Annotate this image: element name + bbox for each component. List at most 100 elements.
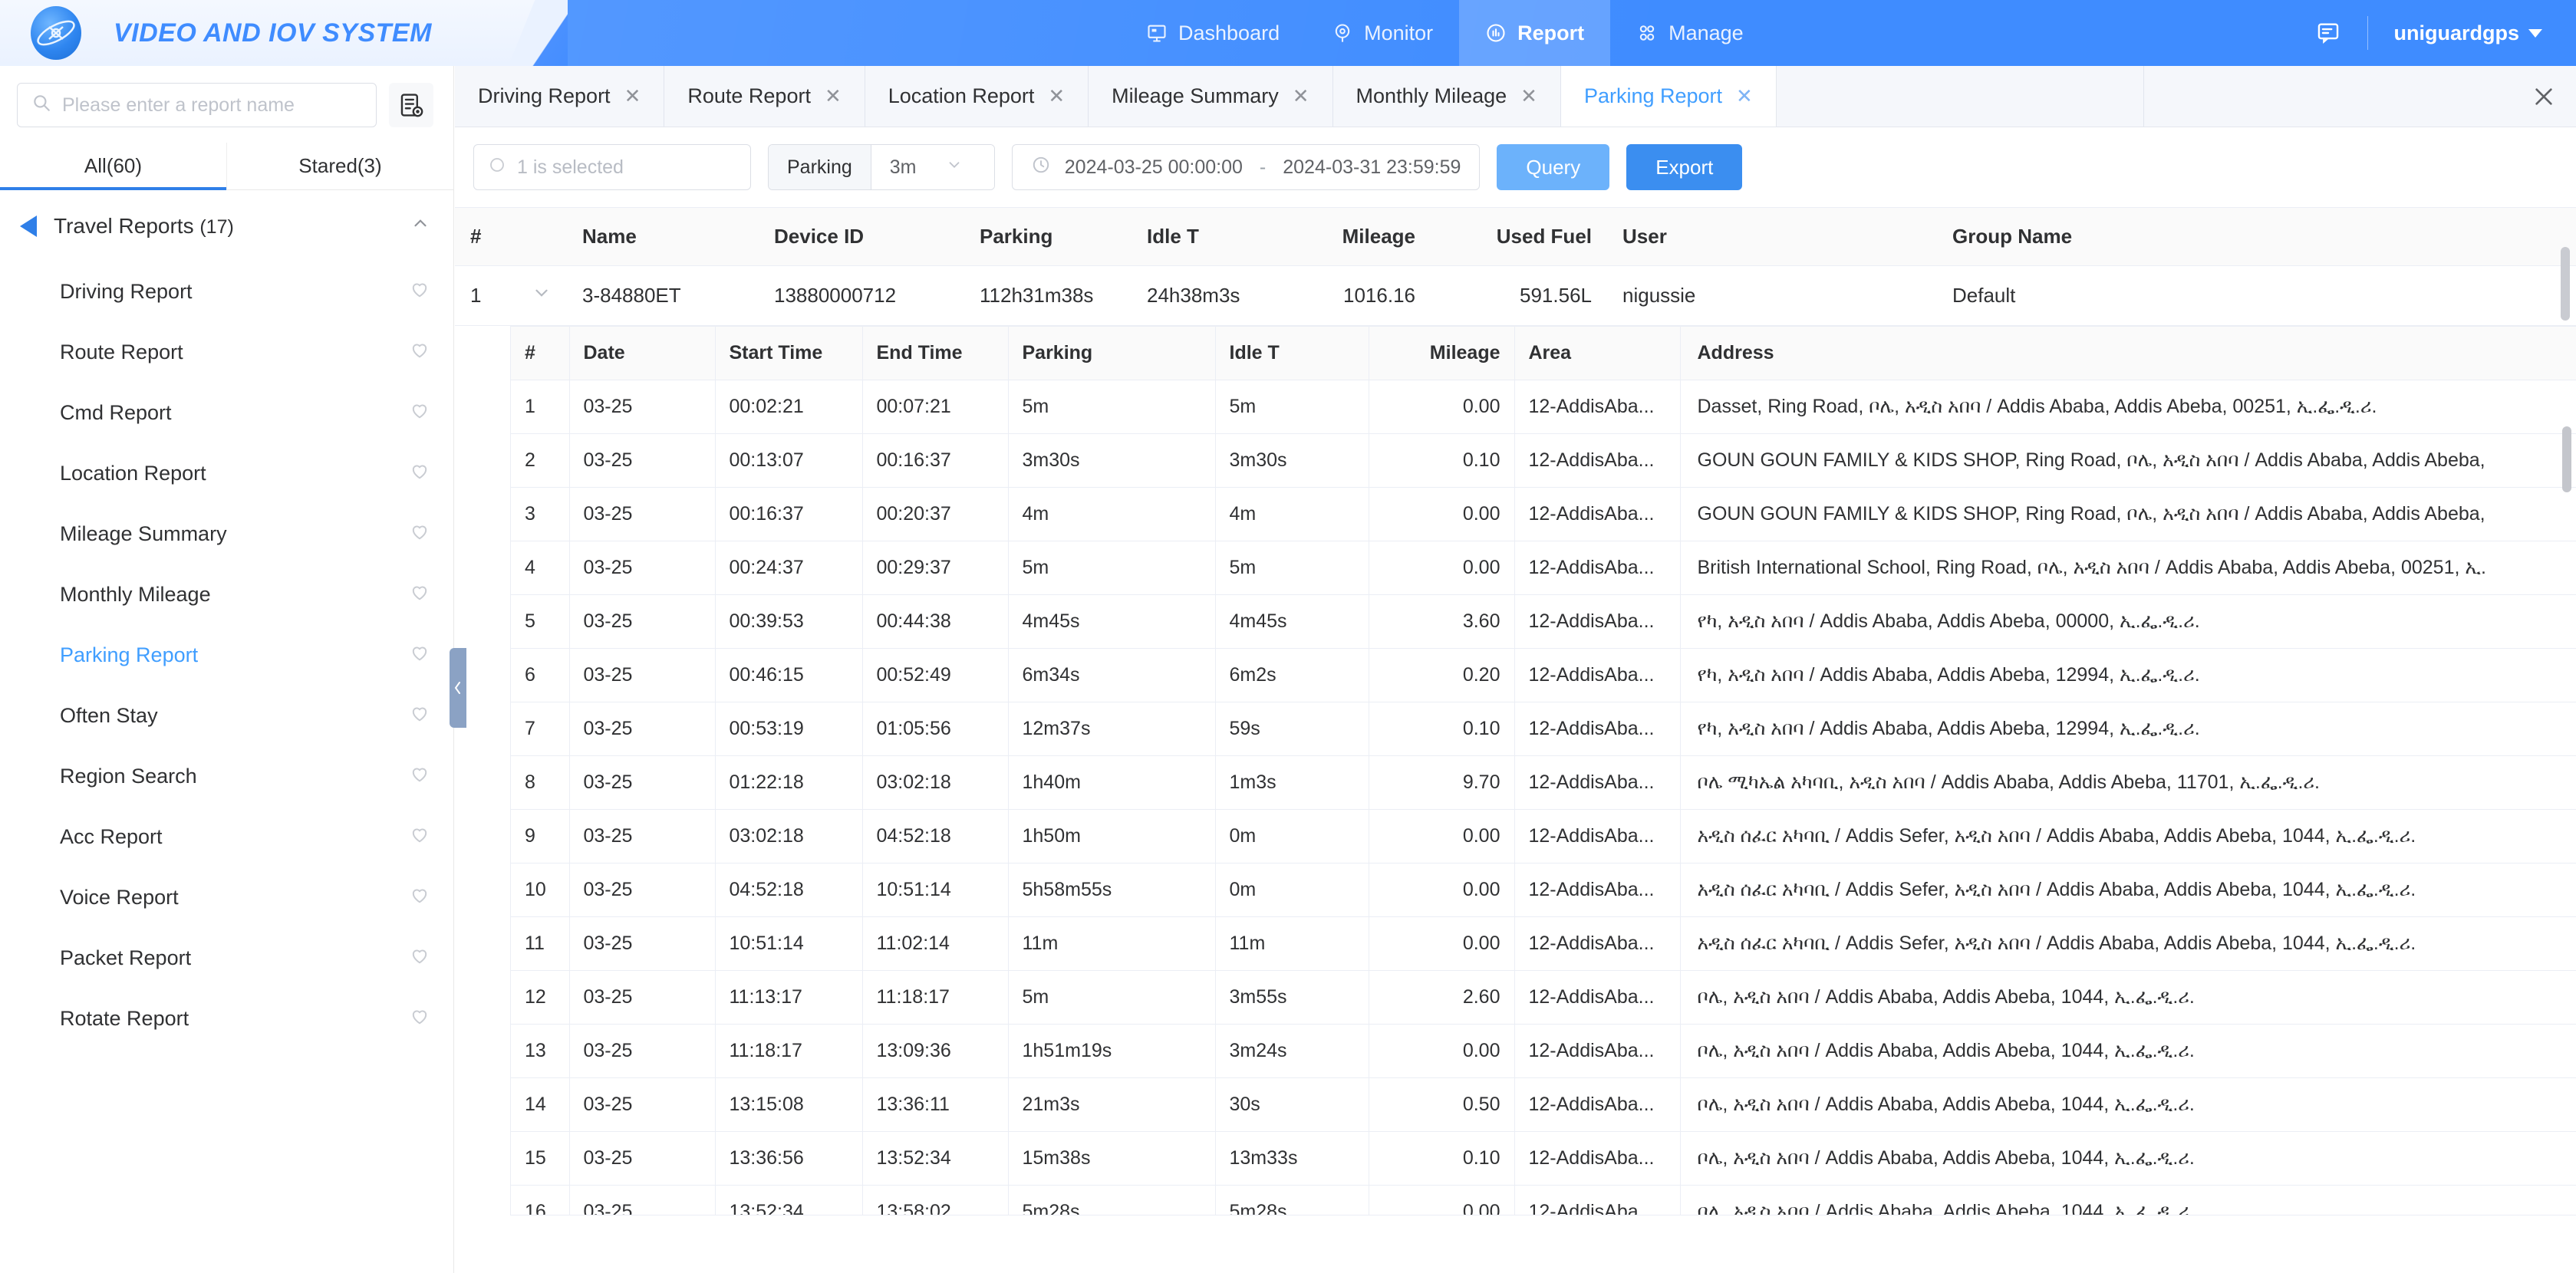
sidebar-item-monthly-mileage[interactable]: Monthly Mileage xyxy=(0,564,453,625)
tab-location-report[interactable]: Location Report ✕ xyxy=(865,66,1089,127)
detail-table-row[interactable]: 14 03-25 13:15:08 13:36:11 21m3s 30s 0.50 12-Ad… xyxy=(511,1077,2576,1132)
tab-parking-report[interactable]: Parking Report ✕ xyxy=(1560,66,1777,127)
sidebar-tab-label: Stared(3) xyxy=(298,154,382,177)
content-scrollbar[interactable] xyxy=(2561,247,2570,321)
date-range-picker[interactable]: 2024-03-25 00:00:00 - 2024-03-31 23:59:5… xyxy=(1011,144,1481,190)
sidebar-item-cmd-report[interactable]: Cmd Report xyxy=(0,383,453,443)
detail-cell-mileage: 0.20 xyxy=(1369,648,1515,702)
export-button[interactable]: Export xyxy=(1626,144,1743,190)
sidebar-item-location-report[interactable]: Location Report xyxy=(0,443,453,504)
sidebar-item-driving-report[interactable]: Driving Report xyxy=(0,262,453,322)
heart-icon[interactable] xyxy=(409,642,430,669)
tab-driving-report[interactable]: Driving Report ✕ xyxy=(455,66,665,127)
sidebar-item-packet-report[interactable]: Packet Report xyxy=(0,928,453,988)
sidebar-item-parking-report[interactable]: Parking Report xyxy=(0,625,453,686)
detail-cell-end: 00:52:49 xyxy=(862,648,1009,702)
detail-cell-idle: 1m3s xyxy=(1215,755,1369,810)
detail-table-row[interactable]: 11 03-25 10:51:14 11:02:14 11m 11m 0.00 12-Addi… xyxy=(511,916,2576,971)
detail-cell-start: 00:46:15 xyxy=(715,648,863,702)
chevron-up-icon[interactable] xyxy=(410,213,430,238)
heart-icon[interactable] xyxy=(409,339,430,366)
heart-icon[interactable] xyxy=(409,702,430,729)
detail-col-header: # xyxy=(511,327,570,380)
duration-value-wrap[interactable]: 3m xyxy=(871,145,994,189)
heart-icon[interactable] xyxy=(409,521,430,548)
detail-cell-area: 12-AddisAba... xyxy=(1514,809,1681,863)
sidebar-tab-stared[interactable]: Stared(3) xyxy=(227,143,453,189)
detail-cell-area: 12-AddisAba... xyxy=(1514,863,1681,917)
heart-icon[interactable] xyxy=(409,884,430,911)
sidebar-group-travel-reports[interactable]: Travel Reports (17) xyxy=(0,190,453,262)
sidebar-item-acc-report[interactable]: Acc Report xyxy=(0,807,453,867)
query-button[interactable]: Query xyxy=(1497,144,1610,190)
sidebar-item-route-report[interactable]: Route Report xyxy=(0,322,453,383)
detail-table-row[interactable]: 5 03-25 00:39:53 00:44:38 4m45s 4m45s 3.60 12-A… xyxy=(511,594,2576,649)
detail-table-row[interactable]: 1 03-25 00:02:21 00:07:21 5m 5m 0.00 12-AddisAb… xyxy=(511,380,2576,434)
close-icon[interactable]: ✕ xyxy=(624,84,641,108)
detail-cell-idle: 5m28s xyxy=(1215,1185,1369,1215)
row-expand-toggle[interactable] xyxy=(516,265,567,326)
detail-table-row[interactable]: 8 03-25 01:22:18 03:02:18 1h40m 1m3s 9.70 12-Ad… xyxy=(511,755,2576,810)
parking-duration-select[interactable]: Parking 3m xyxy=(768,144,995,190)
detail-cell-parking: 5h58m55s xyxy=(1008,863,1216,917)
detail-table-row[interactable]: 3 03-25 00:16:37 00:20:37 4m 4m 0.00 12-AddisAb… xyxy=(511,487,2576,541)
sidebar-item-mileage-summary[interactable]: Mileage Summary xyxy=(0,504,453,564)
close-icon[interactable]: ✕ xyxy=(1293,84,1309,108)
close-icon[interactable]: ✕ xyxy=(825,84,842,108)
detail-table-body: 1 03-25 00:02:21 00:07:21 5m 5m 0.00 12-AddisAb… xyxy=(511,380,2576,1215)
summary-cell-mileage: 1016.16 xyxy=(1285,265,1431,326)
summary-cell-name: 3-84880ET xyxy=(567,265,759,326)
message-icon[interactable] xyxy=(2289,20,2367,46)
tab-monthly-mileage[interactable]: Monthly Mileage ✕ xyxy=(1333,66,1561,127)
device-selection-input[interactable]: 1 is selected xyxy=(473,144,751,190)
heart-icon[interactable] xyxy=(409,400,430,426)
heart-icon[interactable] xyxy=(409,945,430,972)
detail-cell-parking: 1h51m19s xyxy=(1008,1024,1216,1078)
detail-table-row[interactable]: 7 03-25 00:53:19 01:05:56 12m37s 59s 0.10 12-Ad… xyxy=(511,702,2576,756)
sidebar-item-region-search[interactable]: Region Search xyxy=(0,746,453,807)
summary-cell-index: 1 xyxy=(455,265,516,326)
heart-icon[interactable] xyxy=(409,581,430,608)
close-icon[interactable]: ✕ xyxy=(1736,84,1753,108)
detail-table-row[interactable]: 9 03-25 03:02:18 04:52:18 1h50m 0m 0.00 12-Addi… xyxy=(511,809,2576,863)
detail-cell-parking: 15m38s xyxy=(1008,1131,1216,1186)
detail-table-scrollbar[interactable] xyxy=(2562,426,2571,492)
detail-table-row[interactable]: 16 03-25 13:52:34 13:58:02 5m28s 5m28s 0.00 12-… xyxy=(511,1185,2576,1215)
detail-table-row[interactable]: 15 03-25 13:36:56 13:52:34 15m38s 13m33s 0.10 1… xyxy=(511,1131,2576,1186)
detail-cell-index: 15 xyxy=(511,1131,570,1186)
sidebar-item-often-stay[interactable]: Often Stay xyxy=(0,686,453,746)
detail-table-row[interactable]: 10 03-25 04:52:18 10:51:14 5h58m55s 0m 0.00 12-… xyxy=(511,863,2576,917)
nav-item-monitor[interactable]: Monitor xyxy=(1306,0,1459,66)
tab-mileage-summary[interactable]: Mileage Summary ✕ xyxy=(1089,66,1333,127)
close-icon[interactable]: ✕ xyxy=(1520,84,1537,108)
detail-table-row[interactable]: 6 03-25 00:46:15 00:52:49 6m34s 6m2s 0.20 12-Ad… xyxy=(511,648,2576,702)
sidebar-tab-all[interactable]: All(60) xyxy=(0,143,227,190)
heart-icon[interactable] xyxy=(409,460,430,487)
detail-table-row[interactable]: 4 03-25 00:24:37 00:29:37 5m 5m 0.00 12-AddisAb… xyxy=(511,541,2576,595)
sidebar-tabs: All(60) Stared(3) xyxy=(0,143,453,190)
date-start: 2024-03-25 00:00:00 xyxy=(1064,156,1243,178)
sidebar-collapse-handle[interactable] xyxy=(450,648,466,728)
detail-cell-idle: 5m xyxy=(1215,380,1369,434)
heart-icon[interactable] xyxy=(409,763,430,790)
report-list-icon[interactable] xyxy=(389,83,433,127)
detail-cell-address: አዲስ ሰፈር አካባቢ / Addis Sefer, አዲስ አበባ / Ad… xyxy=(1680,863,2576,917)
search-input[interactable]: Please enter a report name xyxy=(17,83,377,127)
heart-icon[interactable] xyxy=(409,824,430,850)
detail-cell-parking: 5m xyxy=(1008,970,1216,1025)
tab-route-report[interactable]: Route Report ✕ xyxy=(664,66,865,127)
detail-table-row[interactable]: 2 03-25 00:13:07 00:16:37 3m30s 3m30s 0.10 12-A… xyxy=(511,433,2576,488)
nav-item-manage[interactable]: Manage xyxy=(1610,0,1770,66)
sidebar-item-rotate-report[interactable]: Rotate Report xyxy=(0,988,453,1049)
sidebar-item-voice-report[interactable]: Voice Report xyxy=(0,867,453,928)
summary-table-row[interactable]: 1 3-84880ET 13880000712 112h31m38s 24h38m3s 1… xyxy=(455,265,2576,326)
nav-item-dashboard[interactable]: Dashboard xyxy=(1120,0,1306,66)
user-menu[interactable]: uniguardgps xyxy=(2368,21,2551,45)
nav-item-report[interactable]: Report xyxy=(1459,0,1611,66)
detail-table-row[interactable]: 12 03-25 11:13:17 11:18:17 5m 3m55s 2.60 12-Add… xyxy=(511,970,2576,1025)
heart-icon[interactable] xyxy=(409,1005,430,1032)
heart-icon[interactable] xyxy=(409,278,430,305)
close-icon[interactable]: ✕ xyxy=(1048,84,1065,108)
detail-table-row[interactable]: 13 03-25 11:18:17 13:09:36 1h51m19s 3m24s 0.00… xyxy=(511,1024,2576,1078)
close-icon[interactable] xyxy=(2512,66,2576,127)
